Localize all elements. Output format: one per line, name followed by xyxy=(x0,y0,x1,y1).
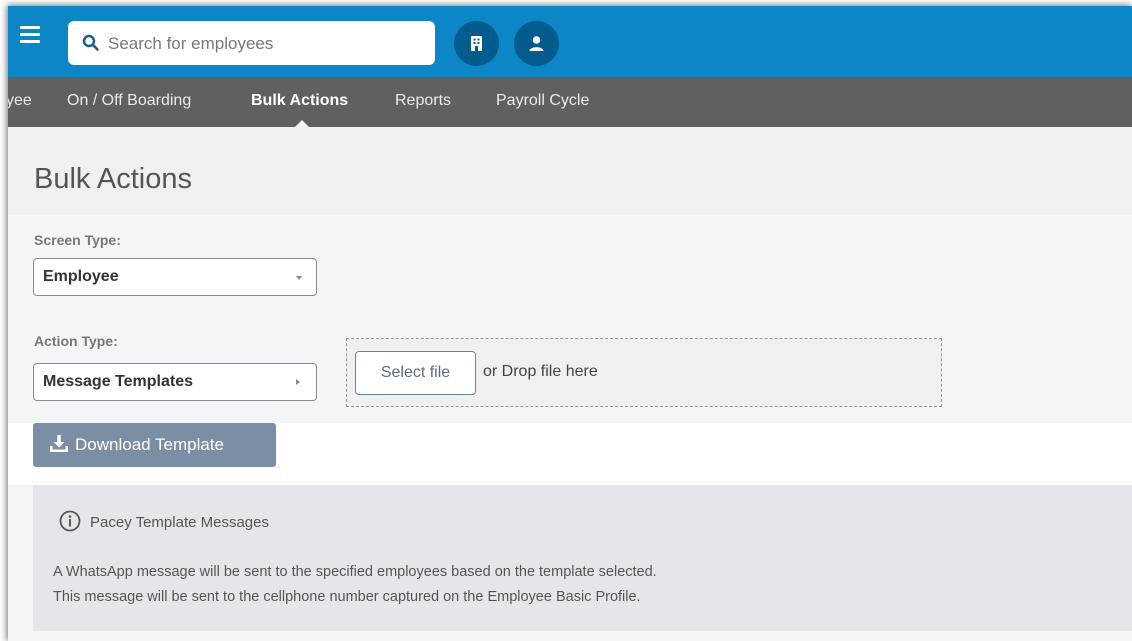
info-line-1: A WhatsApp message will be sent to the s… xyxy=(53,564,657,580)
file-dropzone[interactable]: Select file or Drop file here xyxy=(346,338,942,407)
search-box[interactable] xyxy=(68,21,435,67)
company-button[interactable] xyxy=(454,21,499,66)
active-tab-caret xyxy=(295,120,309,127)
chevron-right-icon xyxy=(296,379,300,385)
search-input[interactable] xyxy=(106,21,430,67)
info-line-2: This message will be sent to the cellpho… xyxy=(53,589,641,605)
nav-item-employee[interactable]: yee xyxy=(8,92,32,110)
nav-item-bulk-actions[interactable]: Bulk Actions xyxy=(251,92,348,110)
nav-item-onboarding[interactable]: On / Off Boarding xyxy=(67,92,191,110)
action-type-label: Action Type: xyxy=(34,333,118,349)
screen-type-select[interactable]: Employee xyxy=(33,258,317,296)
info-panel: Pacey Template Messages A WhatsApp messa… xyxy=(33,485,1132,631)
nav-item-reports[interactable]: Reports xyxy=(395,92,451,110)
download-template-button[interactable]: Download Template xyxy=(33,423,276,467)
download-template-label: Download Template xyxy=(75,435,224,454)
action-type-value: Message Templates xyxy=(43,373,193,390)
info-icon xyxy=(59,510,81,532)
download-icon xyxy=(50,435,68,452)
menu-icon[interactable] xyxy=(20,26,40,44)
top-bar xyxy=(8,6,1132,77)
app-window: yee On / Off Boarding Bulk Actions Repor… xyxy=(8,6,1132,641)
search-icon xyxy=(82,34,100,52)
user-icon xyxy=(529,36,544,51)
main-nav: yee On / Off Boarding Bulk Actions Repor… xyxy=(8,77,1132,127)
select-file-button[interactable]: Select file xyxy=(355,351,476,395)
nav-item-payroll-cycle[interactable]: Payroll Cycle xyxy=(496,92,589,110)
screen-type-value: Employee xyxy=(43,268,119,285)
action-type-select[interactable]: Message Templates xyxy=(33,363,317,401)
page-header: Bulk Actions xyxy=(8,127,1132,215)
profile-button[interactable] xyxy=(514,21,559,66)
drop-file-text: or Drop file here xyxy=(483,363,598,380)
screen-type-label: Screen Type: xyxy=(34,232,121,248)
page-title: Bulk Actions xyxy=(34,163,192,195)
building-icon xyxy=(471,36,482,51)
chevron-down-icon xyxy=(296,276,302,280)
info-title: Pacey Template Messages xyxy=(90,514,269,531)
